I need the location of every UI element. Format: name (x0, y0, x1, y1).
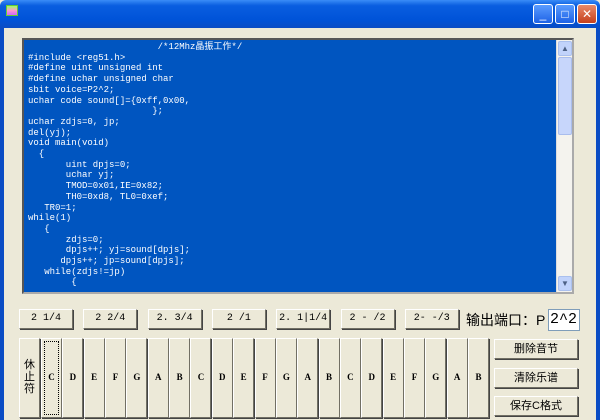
rest-key[interactable]: 休止符 (19, 338, 40, 418)
code-line: uint dpjs=0; (28, 159, 131, 170)
delete-note-button[interactable]: 删除音节 (494, 339, 578, 359)
note-key[interactable]: E (233, 338, 255, 418)
code-line: dpjs++; yj=sound[dpjs]; (28, 245, 191, 256)
maximize-button[interactable]: □ (555, 4, 575, 24)
note-key[interactable]: C (190, 338, 212, 418)
code-line: { (28, 149, 45, 160)
code-line: { (28, 277, 77, 288)
output-port-label: 输出端口：P (466, 312, 546, 328)
note-key[interactable]: G (425, 338, 447, 418)
code-line: zdjs=0; (28, 234, 104, 245)
note-key[interactable]: A (147, 338, 169, 418)
close-button[interactable]: ✕ (577, 4, 597, 24)
note-key[interactable]: C (339, 338, 361, 418)
note-key[interactable]: D (211, 338, 233, 418)
clear-score-button[interactable]: 清除乐谱 (494, 368, 578, 388)
code-line: uchar zdjs=0, jp; (28, 116, 120, 127)
code-line: dpjs++; jp=sound[dpjs]; (28, 256, 185, 267)
code-line: TR0=1; (28, 202, 77, 213)
duration-button[interactable]: 2 1/4 (19, 309, 73, 329)
vertical-scrollbar[interactable]: ▲ ▼ (556, 40, 572, 292)
scroll-down-icon[interactable]: ▼ (558, 276, 572, 291)
note-key[interactable]: F (403, 338, 425, 418)
note-key[interactable]: E (83, 338, 105, 418)
code-line: uchar yj; (28, 170, 115, 181)
scroll-up-icon[interactable]: ▲ (558, 41, 572, 56)
note-key[interactable]: G (126, 338, 148, 418)
duration-button[interactable]: 2- -/3 (404, 309, 459, 329)
output-port-input[interactable]: 2^2 (548, 309, 580, 331)
note-key[interactable]: G (275, 338, 297, 418)
duration-button[interactable]: 2 /1 (211, 309, 266, 329)
duration-button[interactable]: 2. 1|1/4 (276, 309, 331, 329)
code-line: void main(void) (28, 138, 110, 149)
code-line: TMOD=0x01,IE=0x82; (28, 181, 164, 192)
code-line: del(yj); (28, 127, 72, 138)
note-key[interactable]: E (382, 338, 404, 418)
save-c-format-button[interactable]: 保存C格式 (494, 396, 578, 416)
code-line: #define uchar unsigned char (28, 74, 174, 85)
note-key[interactable]: D (361, 338, 383, 418)
note-key[interactable]: B (318, 338, 340, 418)
code-text[interactable]: /*12Mhz晶振工作*/#include <reg51.h> #define u… (28, 42, 558, 288)
code-line: #include <reg51.h> (28, 52, 126, 63)
app-icon (6, 5, 18, 16)
duration-button[interactable]: 2 2/4 (83, 309, 138, 329)
code-line: }; (28, 106, 164, 117)
minimize-button[interactable]: _ (533, 4, 553, 24)
note-key[interactable]: B (468, 338, 489, 418)
note-key[interactable]: D (62, 338, 84, 418)
code-line: while(zdjs!=jp) (28, 266, 126, 277)
note-key[interactable]: A (446, 338, 468, 418)
code-line: sbit voice=P2^2; (28, 84, 115, 95)
code-line: uchar code sound[]={0xff,0x00, (28, 95, 191, 106)
note-key[interactable]: C (41, 338, 62, 418)
duration-button[interactable]: 2 - /2 (340, 309, 395, 329)
duration-button[interactable]: 2. 3/4 (147, 309, 202, 329)
code-line: { (28, 223, 50, 234)
note-key[interactable]: F (105, 338, 127, 418)
code-editor[interactable]: /*12Mhz晶振工作*/#include <reg51.h> #define u… (22, 38, 574, 294)
code-line: #define uint unsigned int (28, 63, 164, 74)
code-line: while(1) (28, 213, 72, 224)
title-bar: _ □ ✕ (0, 0, 600, 28)
code-line: TH0=0xd8, TL0=0xef; (28, 191, 169, 202)
note-key[interactable]: F (254, 338, 276, 418)
scroll-thumb[interactable] (558, 57, 572, 135)
note-key[interactable]: A (297, 338, 319, 418)
note-key[interactable]: B (169, 338, 191, 418)
code-line: /*12Mhz晶振工作*/ (28, 42, 243, 52)
